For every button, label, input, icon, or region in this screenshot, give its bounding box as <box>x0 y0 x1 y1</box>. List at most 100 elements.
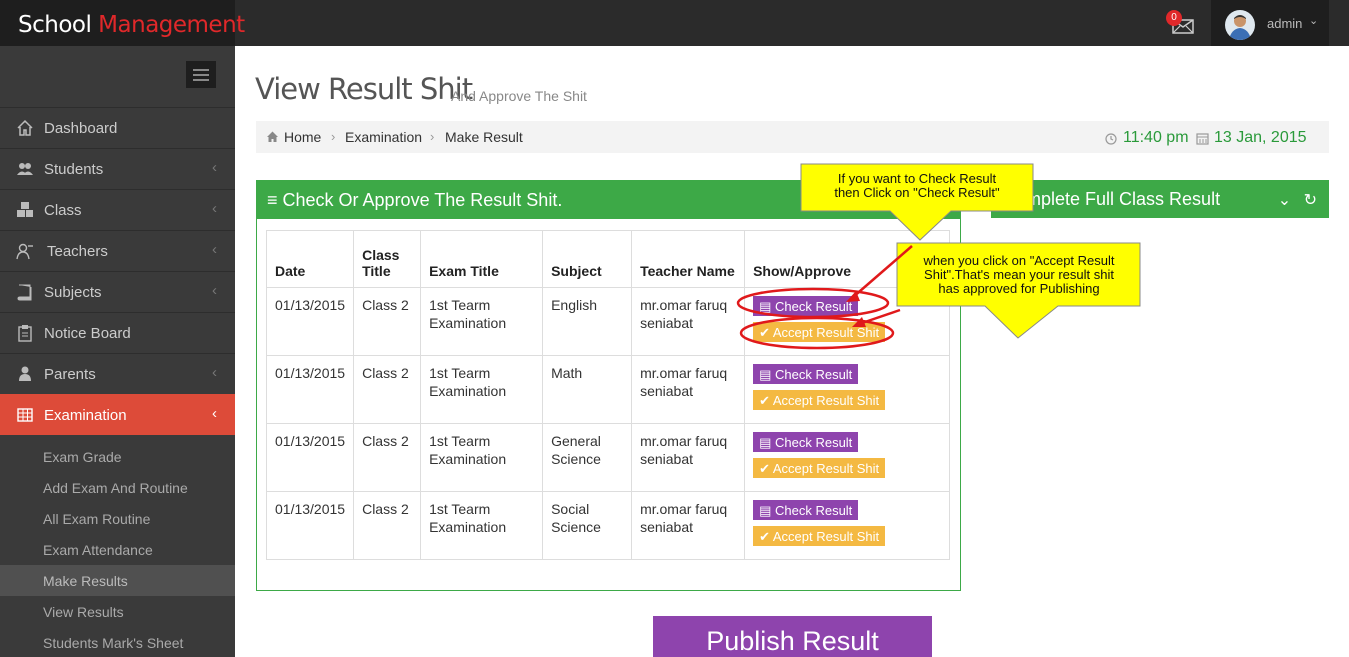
cell-teacher: mr.omar faruq seniabat <box>631 423 746 492</box>
chevron-down-icon[interactable]: ⌄ <box>1278 192 1291 209</box>
submenu-item-marks-sheet[interactable]: Students Mark's Sheet <box>0 627 235 657</box>
sidebar-item-label: Parents <box>44 366 96 383</box>
book-icon <box>17 284 32 301</box>
accept-result-button[interactable]: ✔ Accept Result Shit <box>753 390 886 410</box>
refresh-icon[interactable]: ↻ <box>1304 192 1317 209</box>
button-label: Check Result <box>774 299 853 314</box>
user-menu[interactable]: admin ⌄ <box>1211 0 1329 46</box>
file-icon: ▤ <box>759 503 775 518</box>
column-header: Exam Title <box>420 230 544 288</box>
avatar <box>1225 10 1255 40</box>
table-icon <box>17 408 33 422</box>
chevron-left-icon: ‹ <box>212 364 217 381</box>
chevron-left-icon: ‹ <box>212 282 217 299</box>
cell-teacher: mr.omar faruq seniabat <box>631 355 746 424</box>
table-row: 01/13/2015 Class 2 1st Tearm Examination… <box>265 287 950 356</box>
check-icon: ✔ <box>759 461 773 476</box>
chevron-down-icon: ⌄ <box>1309 15 1319 27</box>
cell-subject: General Science <box>542 423 633 492</box>
brand-logo[interactable]: School Management <box>0 0 245 46</box>
column-header: Class Title <box>353 230 422 288</box>
notification-badge: 0 <box>1166 10 1182 26</box>
table-row: 01/13/2015 Class 2 1st Tearm Examination… <box>265 491 950 560</box>
teacher-icon <box>16 243 33 260</box>
accept-result-button[interactable]: ✔ Accept Result Shit <box>753 526 886 546</box>
sidebar-item-subjects[interactable]: Subjects ‹ <box>0 271 235 312</box>
panel-title: Check Or Approve The Result Shit. <box>282 190 563 210</box>
file-icon: ▤ <box>759 299 775 314</box>
sidebar-item-examination[interactable]: Examination ‹ <box>0 394 235 435</box>
button-label: Check Result <box>774 435 853 450</box>
cell-subject: Social Science <box>542 491 633 560</box>
column-header: Date <box>265 230 355 288</box>
sidebar: Dashboard Students ‹ Class ‹ Teachers ‹ … <box>0 46 235 657</box>
current-time: 11:40 pm <box>1123 129 1189 146</box>
check-result-button[interactable]: ▤ Check Result <box>753 296 859 316</box>
sidebar-item-notice-board[interactable]: Notice Board <box>0 312 235 353</box>
button-label: Accept Result Shit <box>772 325 880 340</box>
submenu-item-view-results[interactable]: View Results <box>0 596 235 627</box>
user-icon <box>19 366 31 381</box>
top-bar: School Management 0 admin ⌄ <box>0 0 1349 46</box>
column-header: Subject <box>542 230 633 288</box>
sidebar-item-label: Teachers <box>47 243 108 260</box>
cell-exam: 1st Tearm Examination <box>420 355 544 424</box>
panel-title: Complete Full Class Result <box>1003 189 1221 209</box>
home-icon <box>17 119 33 136</box>
sidebar-item-parents[interactable]: Parents ‹ <box>0 353 235 394</box>
table-row: 01/13/2015 Class 2 1st Tearm Examination… <box>265 355 950 424</box>
sidebar-item-students[interactable]: Students ‹ <box>0 148 235 189</box>
cell-exam: 1st Tearm Examination <box>420 287 544 356</box>
cell-actions: ▤ Check Result ✔ Accept Result Shit <box>744 491 950 560</box>
full-class-result-panel: Complete Full Class Result ⌄ ↻ <box>991 180 1329 220</box>
sidebar-item-dashboard[interactable]: Dashboard <box>0 107 235 148</box>
cell-actions: ▤ Check Result ✔ Accept Result Shit <box>744 355 950 424</box>
chevron-left-icon: ‹ <box>212 200 217 217</box>
panel-tools: ⌄ ↻ <box>1278 190 1317 210</box>
cell-class: Class 2 <box>353 355 422 424</box>
button-label: Check Result <box>774 503 853 518</box>
breadcrumb-examination[interactable]: Examination <box>345 129 422 145</box>
submenu-item-add-exam-routine[interactable]: Add Exam And Routine <box>0 472 235 503</box>
cell-actions: ▤ Check Result ✔ Accept Result Shit <box>744 287 950 356</box>
hamburger-line <box>193 74 209 76</box>
cell-subject: English <box>542 287 633 356</box>
column-header: Teacher Name <box>631 230 746 288</box>
current-date: 13 Jan, 2015 <box>1214 129 1307 146</box>
callout-line: If you want to Check Result <box>837 171 997 186</box>
cell-actions: ▤ Check Result ✔ Accept Result Shit <box>744 423 950 492</box>
publish-result-button[interactable]: Publish Result <box>653 616 932 657</box>
button-label: Accept Result Shit <box>772 461 880 476</box>
submenu-item-make-results[interactable]: Make Results <box>0 565 235 596</box>
cell-exam: 1st Tearm Examination <box>420 491 544 560</box>
check-result-button[interactable]: ▤ Check Result <box>753 500 859 520</box>
list-icon: ≡ <box>267 190 283 210</box>
accept-result-button[interactable]: ✔ Accept Result Shit <box>753 322 886 342</box>
submenu-item-exam-grade[interactable]: Exam Grade <box>0 441 235 472</box>
hamburger-line <box>193 79 209 81</box>
brand-name-part1: School <box>18 12 99 38</box>
chevron-left-icon: ‹ <box>212 241 217 258</box>
clipboard-icon <box>18 325 32 342</box>
chevron-left-icon: ‹ <box>212 405 217 422</box>
file-icon: ▤ <box>759 367 775 382</box>
callout-line: when you click on "Accept Result <box>923 253 1115 268</box>
sidebar-item-teachers[interactable]: Teachers ‹ <box>0 230 235 271</box>
callout-text-accept: when you click on "Accept Result Shit".T… <box>899 254 1139 296</box>
cell-class: Class 2 <box>353 423 422 492</box>
check-result-button[interactable]: ▤ Check Result <box>753 432 859 452</box>
sidebar-item-label: Examination <box>44 407 127 424</box>
sidebar-item-class[interactable]: Class ‹ <box>0 189 235 230</box>
submenu-item-exam-attendance[interactable]: Exam Attendance <box>0 534 235 565</box>
submenu-item-all-exam-routine[interactable]: All Exam Routine <box>0 503 235 534</box>
button-label: Accept Result Shit <box>772 529 880 544</box>
callout-line: has approved for Publishing <box>938 281 1100 296</box>
check-icon: ✔ <box>759 529 773 544</box>
sidebar-toggle-button[interactable] <box>186 61 216 88</box>
breadcrumb-home[interactable]: Home <box>284 129 321 145</box>
check-result-button[interactable]: ▤ Check Result <box>753 364 859 384</box>
file-icon: ▤ <box>759 435 775 450</box>
cell-date: 01/13/2015 <box>265 287 355 356</box>
accept-result-button[interactable]: ✔ Accept Result Shit <box>753 458 886 478</box>
check-icon: ✔ <box>759 393 773 408</box>
